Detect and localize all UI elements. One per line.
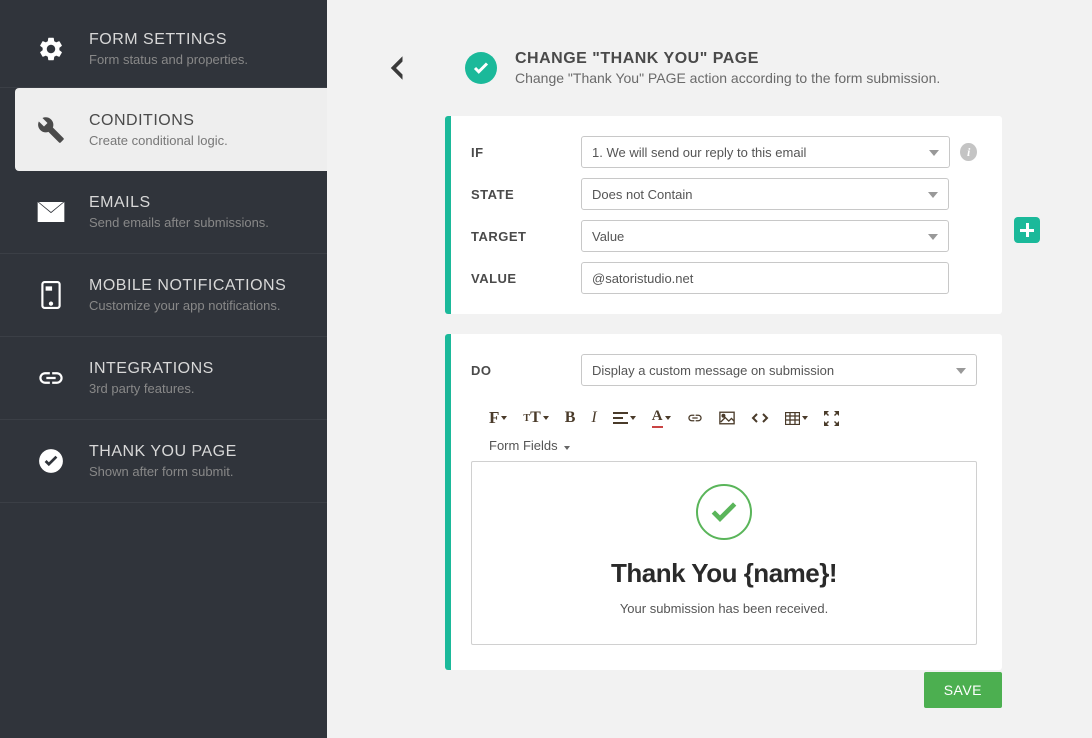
action-panel: DO Display a custom message on submissio…: [445, 334, 1002, 670]
sidebar-item-conditions[interactable]: CONDITIONS Create conditional logic.: [15, 88, 327, 171]
add-condition-button[interactable]: [1014, 217, 1040, 243]
message-editor[interactable]: Thank You {name}! Your submission has be…: [471, 461, 977, 645]
value-label: VALUE: [471, 271, 581, 286]
page-subtitle: Change "Thank You" PAGE action according…: [515, 70, 940, 86]
code-tool[interactable]: [751, 412, 769, 424]
check-circle-icon: [35, 445, 67, 477]
sidebar-item-title: INTEGRATIONS: [89, 360, 214, 378]
editor-title: Thank You {name}!: [492, 558, 956, 589]
check-badge-icon: [465, 52, 497, 84]
sidebar-item-mobile[interactable]: MOBILE NOTIFICATIONS Customize your app …: [0, 254, 327, 337]
if-select[interactable]: 1. We will send our reply to this email: [581, 136, 950, 168]
save-button[interactable]: SAVE: [924, 672, 1002, 708]
sidebar-item-sub: Form status and properties.: [89, 52, 248, 67]
image-tool[interactable]: [719, 411, 735, 425]
do-select[interactable]: Display a custom message on submission: [581, 354, 977, 386]
sidebar-item-form-settings[interactable]: FORM SETTINGS Form status and properties…: [0, 0, 327, 88]
table-tool[interactable]: [785, 412, 808, 425]
back-button[interactable]: [382, 54, 410, 82]
mobile-icon: [35, 279, 67, 311]
success-check-icon: [696, 484, 752, 540]
page-title: CHANGE "THANK YOU" PAGE: [515, 50, 940, 68]
sidebar-item-title: CONDITIONS: [89, 112, 228, 130]
text-color-tool[interactable]: A: [652, 408, 671, 428]
italic-tool[interactable]: I: [591, 409, 596, 427]
sidebar-item-integrations[interactable]: INTEGRATIONS 3rd party features.: [0, 337, 327, 420]
sidebar-item-title: FORM SETTINGS: [89, 31, 248, 49]
state-label: STATE: [471, 187, 581, 202]
form-fields-dropdown[interactable]: Form Fields: [471, 438, 977, 461]
email-icon: [35, 196, 67, 228]
sidebar-item-sub: Customize your app notifications.: [89, 298, 286, 313]
target-select[interactable]: Value: [581, 220, 949, 252]
sidebar-item-sub: 3rd party features.: [89, 381, 214, 396]
if-label: IF: [471, 145, 581, 160]
header: CHANGE "THANK YOU" PAGE Change "Thank Yo…: [327, 0, 1092, 116]
value-input[interactable]: [581, 262, 949, 294]
main: CHANGE "THANK YOU" PAGE Change "Thank Yo…: [327, 0, 1092, 738]
font-size-tool[interactable]: TT: [523, 409, 548, 427]
sidebar-item-sub: Shown after form submit.: [89, 464, 237, 479]
gear-icon: [35, 33, 67, 65]
target-label: TARGET: [471, 229, 581, 244]
link-icon: [35, 362, 67, 394]
tools-icon: [35, 114, 67, 146]
sidebar-item-sub: Create conditional logic.: [89, 133, 228, 148]
align-tool[interactable]: [613, 412, 636, 424]
sidebar-item-emails[interactable]: EMAILS Send emails after submissions.: [0, 171, 327, 254]
editor-subtitle: Your submission has been received.: [492, 601, 956, 616]
state-select[interactable]: Does not Contain: [581, 178, 949, 210]
do-label: DO: [471, 363, 581, 378]
sidebar: FORM SETTINGS Form status and properties…: [0, 0, 327, 738]
font-family-tool[interactable]: F: [489, 408, 507, 428]
sidebar-item-title: MOBILE NOTIFICATIONS: [89, 277, 286, 295]
sidebar-item-sub: Send emails after submissions.: [89, 215, 269, 230]
sidebar-item-title: THANK YOU PAGE: [89, 443, 237, 461]
bold-tool[interactable]: B: [565, 409, 576, 427]
editor-toolbar: F TT B I A: [471, 400, 977, 438]
info-icon[interactable]: i: [960, 143, 977, 161]
condition-panel: IF 1. We will send our reply to this ema…: [445, 116, 1002, 314]
sidebar-item-thank-you[interactable]: THANK YOU PAGE Shown after form submit.: [0, 420, 327, 503]
link-tool[interactable]: [687, 410, 703, 426]
sidebar-item-title: EMAILS: [89, 194, 269, 212]
fullscreen-tool[interactable]: [824, 411, 839, 426]
